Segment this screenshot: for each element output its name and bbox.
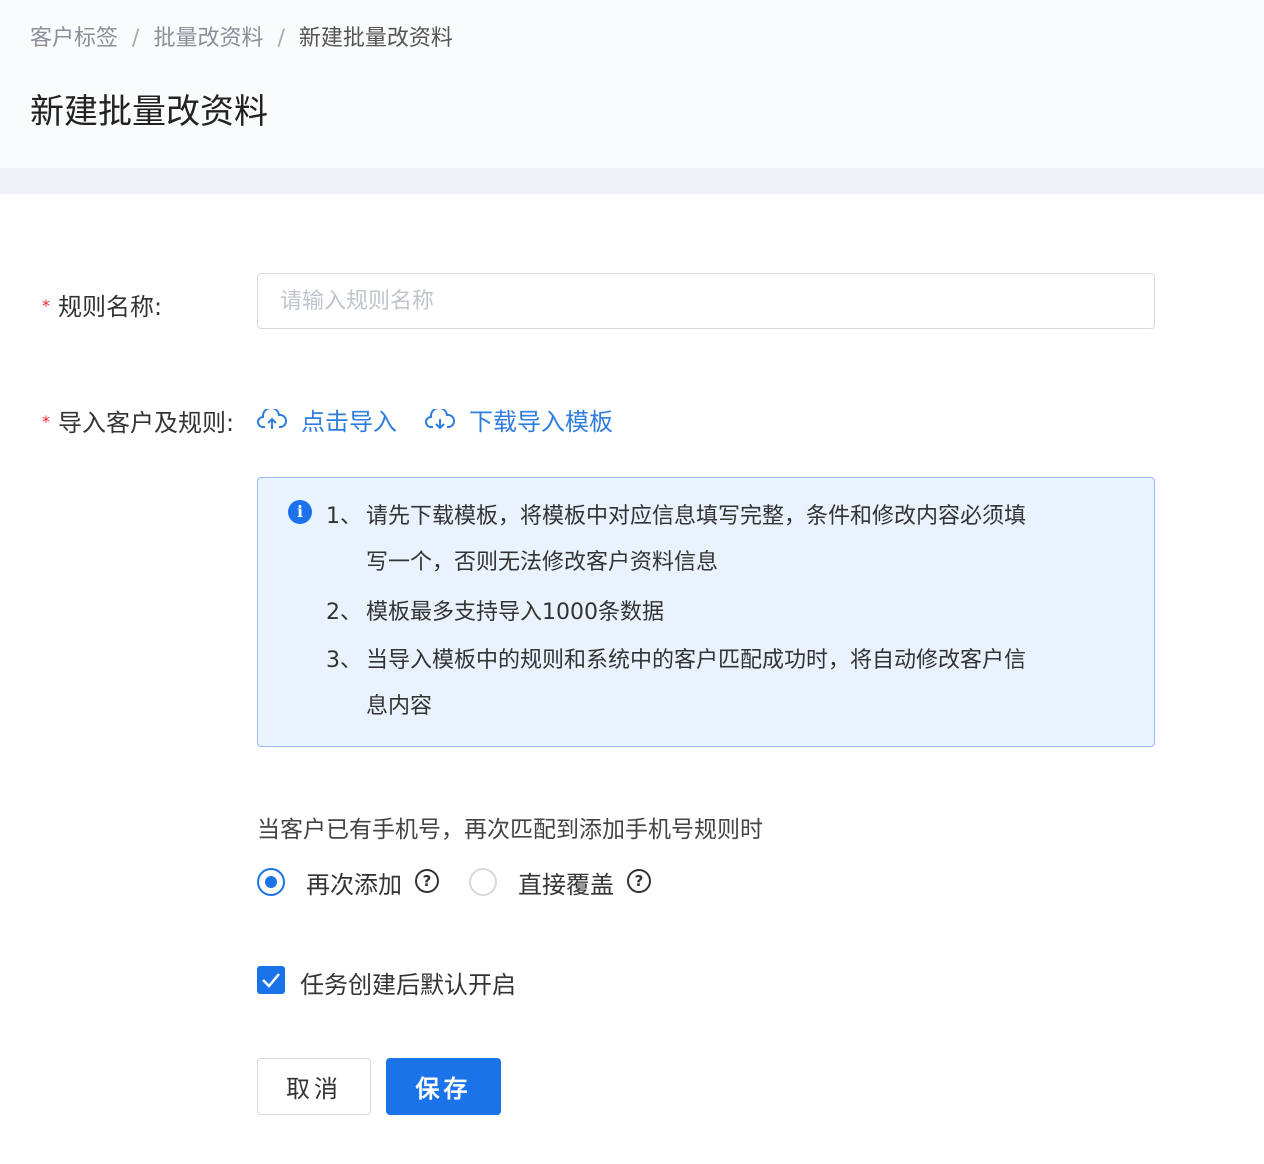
save-button[interactable]: 保存 <box>386 1058 501 1115</box>
page-header: 客户标签 / 批量改资料 / 新建批量改资料 新建批量改资料 <box>0 0 1264 168</box>
rule-name-label-text: 规则名称: <box>58 293 163 321</box>
import-label-text: 导入客户及规则: <box>58 409 235 437</box>
upload-link-label: 点击导入 <box>301 408 397 436</box>
required-mark: * <box>42 296 50 315</box>
breadcrumb: 客户标签 / 批量改资料 / 新建批量改资料 <box>30 20 453 52</box>
info-item-text: 当导入模板中的规则和系统中的客户匹配成功时，将自动修改客户信 <box>366 648 1027 673</box>
download-template-link[interactable]: 下载导入模板 <box>425 402 613 437</box>
radio-overwrite[interactable] <box>469 868 497 896</box>
breadcrumb-item-current: 新建批量改资料 <box>298 26 453 51</box>
upload-link[interactable]: 点击导入 <box>257 402 397 437</box>
info-item-text: 写一个，否则无法修改客户资料信息 <box>366 550 719 575</box>
radio-add-again-label[interactable]: 再次添加 <box>306 865 402 900</box>
breadcrumb-item-batch-edit[interactable]: 批量改资料 <box>153 26 263 51</box>
radio-add-again[interactable] <box>257 868 285 896</box>
download-link-label: 下载导入模板 <box>469 408 613 436</box>
info-icon: i <box>288 500 312 524</box>
import-instructions-alert: i 1、 请先下载模板，将模板中对应信息填写完整，条件和修改内容必须填 写一个，… <box>257 477 1155 747</box>
info-item-text: 息内容 <box>366 694 433 719</box>
info-item-number: 2、 <box>326 600 362 625</box>
info-item-text: 请先下载模板，将模板中对应信息填写完整，条件和修改内容必须填 <box>366 504 1027 529</box>
cloud-upload-icon <box>257 408 287 429</box>
phone-rule-question: 当客户已有手机号，再次匹配到添加手机号规则时 <box>257 817 763 843</box>
cloud-download-icon <box>425 408 455 429</box>
breadcrumb-separator: / <box>277 26 285 51</box>
rule-name-field[interactable] <box>257 273 1155 329</box>
breadcrumb-separator: / <box>132 26 140 51</box>
info-item-number: 1、 <box>326 504 362 529</box>
rule-name-label: * 规则名称: <box>42 287 162 322</box>
breadcrumb-item-customer-tags[interactable]: 客户标签 <box>30 26 118 51</box>
auto-enable-label[interactable]: 任务创建后默认开启 <box>300 965 516 1000</box>
cancel-button[interactable]: 取消 <box>257 1058 371 1115</box>
required-mark: * <box>42 412 50 431</box>
info-item-number: 3、 <box>326 648 362 673</box>
info-item-text: 模板最多支持导入1000条数据 <box>366 600 664 625</box>
check-icon <box>262 973 280 988</box>
rule-name-input[interactable] <box>258 274 1154 328</box>
radio-overwrite-label[interactable]: 直接覆盖 <box>518 865 614 900</box>
import-label: * 导入客户及规则: <box>42 403 234 438</box>
section-divider <box>0 168 1264 194</box>
auto-enable-checkbox[interactable] <box>257 966 285 994</box>
question-circle-icon[interactable]: ? <box>627 869 651 893</box>
question-circle-icon[interactable]: ? <box>415 869 439 893</box>
page-title: 新建批量改资料 <box>30 92 268 132</box>
